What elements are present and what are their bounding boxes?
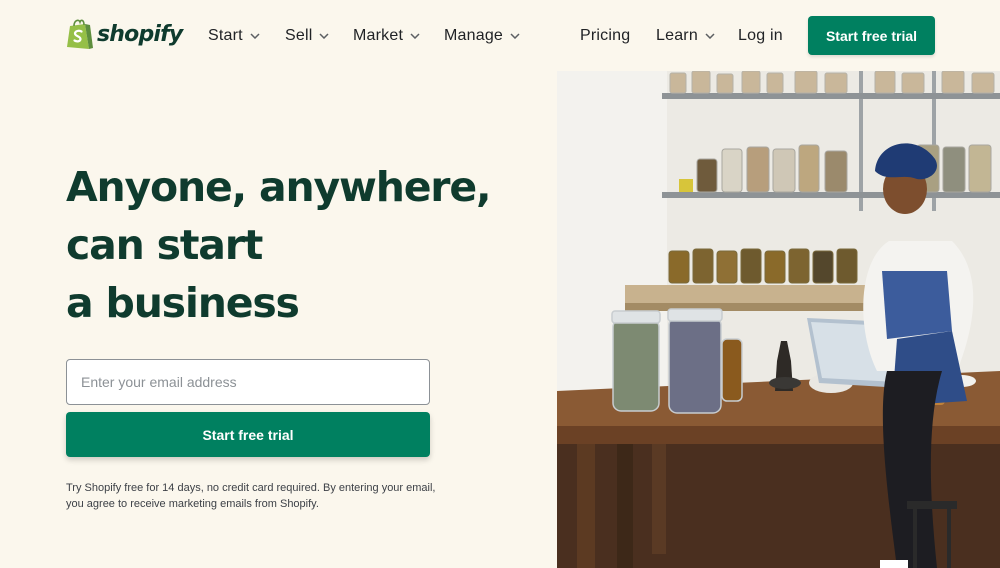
chevron-down-icon	[250, 33, 260, 39]
nav-start-label: Start	[208, 27, 243, 44]
nav-manage[interactable]: Manage	[444, 25, 520, 47]
trial-disclaimer-line-1: Try Shopify free for 14 days, no credit …	[66, 482, 436, 494]
nav-start[interactable]: Start	[208, 25, 260, 47]
nav-sell-label: Sell	[285, 27, 313, 44]
nav-pricing-label: Pricing	[580, 27, 631, 44]
nav-login[interactable]: Log in	[738, 25, 783, 47]
hero-start-free-trial-button[interactable]: Start free trial	[66, 412, 430, 457]
logo-wordmark: shopify	[97, 21, 183, 47]
chevron-down-icon	[510, 33, 520, 39]
nav-market-label: Market	[353, 27, 404, 44]
hero-image	[557, 71, 1000, 568]
hero-headline: Anyone, anywhere, can start a business	[66, 158, 536, 332]
nav-learn-label: Learn	[656, 27, 698, 44]
nav-learn[interactable]: Learn	[656, 25, 715, 47]
shopify-bag-icon	[67, 19, 93, 49]
trial-disclaimer-line-2: you agree to receive marketing emails fr…	[66, 498, 319, 510]
hero-headline-line-1: Anyone, anywhere,	[66, 163, 492, 211]
hero-headline-line-2: can start	[66, 221, 263, 269]
chevron-down-icon	[410, 33, 420, 39]
nav-sell[interactable]: Sell	[285, 25, 330, 47]
email-input[interactable]	[66, 359, 430, 405]
hero-headline-line-3: a business	[66, 279, 300, 327]
site-header: shopify Start Sell Market Manage Pricing…	[0, 0, 1000, 71]
hero-photo-illustration	[557, 71, 1000, 568]
shopify-logo[interactable]: shopify	[66, 18, 183, 50]
nav-pricing[interactable]: Pricing	[580, 25, 630, 47]
chevron-down-icon	[319, 33, 330, 39]
chevron-down-icon	[705, 33, 715, 39]
nav-manage-label: Manage	[444, 27, 504, 44]
header-start-free-trial-button[interactable]: Start free trial	[808, 16, 935, 55]
trial-disclaimer: Try Shopify free for 14 days, no credit …	[66, 480, 446, 512]
nav-login-label: Log in	[738, 27, 783, 44]
nav-market[interactable]: Market	[353, 25, 420, 47]
